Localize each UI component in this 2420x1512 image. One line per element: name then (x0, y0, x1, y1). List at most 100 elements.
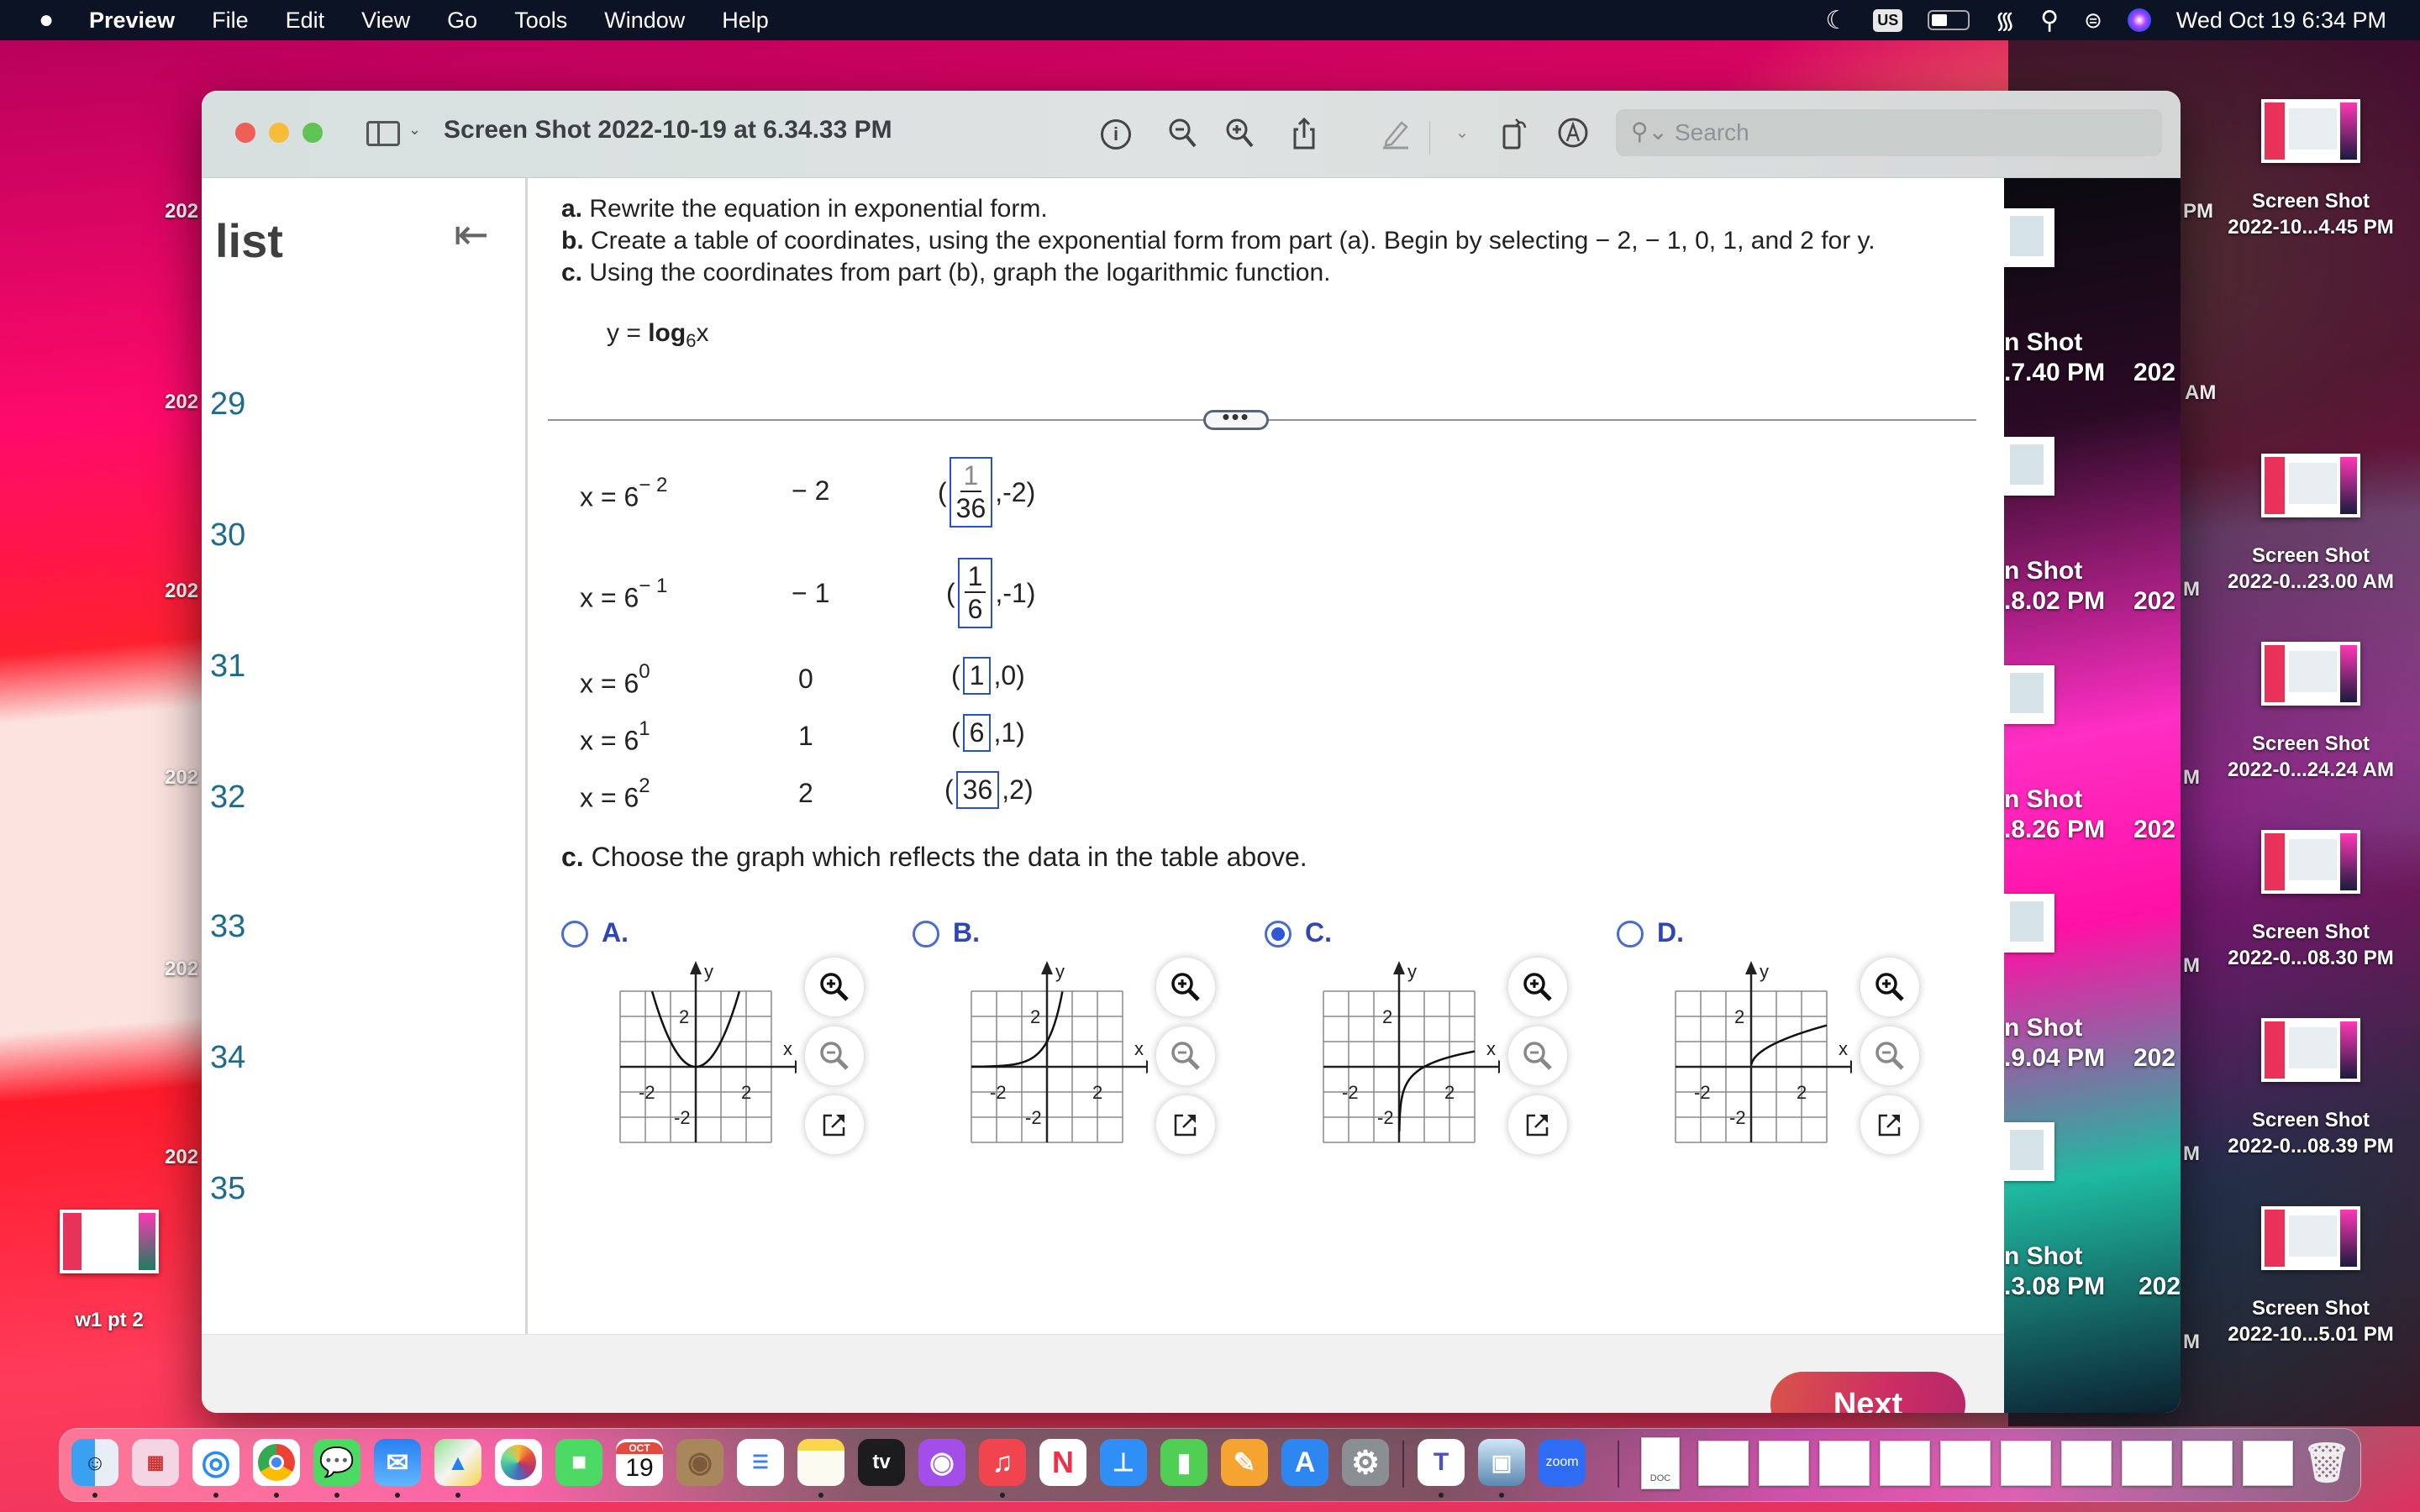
open-graph-button[interactable] (1156, 1095, 1215, 1154)
menu-app-name[interactable]: Preview (89, 8, 175, 34)
zoom-in-graph-button[interactable] (1156, 958, 1215, 1016)
dock-document[interactable]: DOC (1641, 1437, 1680, 1489)
answer-box[interactable]: 1 (962, 657, 992, 695)
annotate-button[interactable] (1556, 116, 1590, 150)
desktop-file-icon[interactable]: Screen Shot 2022-0...23.00 AM (2210, 454, 2412, 595)
dock-app-store[interactable]: A (1281, 1439, 1328, 1486)
desktop-file-thumbnail[interactable] (60, 1210, 159, 1273)
dock-notes[interactable] (797, 1439, 844, 1486)
dock-window-thumbnail[interactable] (1698, 1441, 1749, 1486)
open-graph-button[interactable] (1860, 1095, 1919, 1154)
radio-option-c[interactable] (1265, 921, 1292, 948)
menu-file[interactable]: File (212, 8, 249, 34)
file-thumbnail[interactable] (2004, 665, 2054, 724)
markup-pen-button[interactable] (1378, 116, 1412, 150)
graph-d[interactable]: y x 2 -2 2 -2 (1659, 958, 1852, 1159)
search-field[interactable]: ⚲⌄ (1616, 109, 2162, 156)
focus-moon-icon[interactable]: ☾ (1825, 6, 1848, 35)
dock-calendar[interactable]: OCT 19 (616, 1439, 663, 1486)
dock-music[interactable]: ♫ (979, 1439, 1026, 1486)
answer-box[interactable]: 36 (955, 771, 1000, 809)
list-item[interactable]: 34 (210, 1040, 245, 1076)
dock-window-thumbnail[interactable] (1819, 1441, 1870, 1486)
graph-c[interactable]: y x 2 -2 2 -2 (1307, 958, 1500, 1159)
expand-handle[interactable]: ••• (1203, 406, 1269, 430)
zoom-out-graph-button[interactable] (1860, 1026, 1919, 1085)
control-center-icon[interactable]: ⊜ (2084, 8, 2102, 34)
desktop-file-icon[interactable]: Screen Shot 2022-0...24.24 AM (2210, 642, 2412, 783)
desktop-file-icon[interactable]: Screen Shot 2022-10...4.45 PM (2210, 99, 2412, 240)
dock-window-thumbnail[interactable] (1880, 1441, 1930, 1486)
dock-photos[interactable] (495, 1439, 542, 1486)
dock-window-thumbnail[interactable] (2182, 1441, 2233, 1486)
dock-podcasts[interactable]: ◉ (918, 1439, 965, 1486)
menubar-clock[interactable]: Wed Oct 19 6:34 PM (2176, 8, 2386, 34)
zoom-in-graph-button[interactable] (1860, 958, 1919, 1016)
dock-system-preferences[interactable]: ⚙ (1342, 1439, 1389, 1486)
dock-launchpad[interactable]: ▦ (132, 1439, 179, 1486)
next-button[interactable]: Next (1770, 1372, 1965, 1413)
dock-pages[interactable]: ✎ (1221, 1439, 1268, 1486)
markup-dropdown[interactable]: ⌄ (1445, 116, 1479, 150)
close-button[interactable] (235, 123, 255, 143)
rotate-button[interactable] (1497, 116, 1531, 150)
zoom-out-graph-button[interactable] (805, 1026, 864, 1085)
info-button[interactable]: i (1099, 116, 1133, 150)
zoom-out-button[interactable] (1166, 116, 1200, 150)
menu-go[interactable]: Go (447, 8, 477, 34)
dock-preview[interactable]: ▣ (1478, 1439, 1525, 1486)
zoom-in-graph-button[interactable] (805, 958, 864, 1016)
dock-window-thumbnail[interactable] (2243, 1441, 2293, 1486)
menu-window[interactable]: Window (604, 8, 685, 34)
list-item[interactable]: 35 (210, 1171, 245, 1207)
answer-box[interactable]: 6 (962, 714, 992, 752)
dock-window-thumbnail[interactable] (2061, 1441, 2112, 1486)
dock-finder[interactable]: ☺ (71, 1439, 118, 1486)
chevron-down-icon[interactable]: ⌄ (408, 121, 421, 139)
spotlight-search-icon[interactable]: ⚲ (2040, 6, 2059, 35)
search-input[interactable] (1675, 116, 2145, 150)
dock-numbers[interactable]: ▮ (1160, 1439, 1207, 1486)
dock-window-thumbnail[interactable] (1940, 1441, 1991, 1486)
list-item[interactable]: 31 (210, 648, 245, 685)
dock-zoom[interactable]: zoom (1539, 1439, 1586, 1486)
sidebar-toggle-icon[interactable] (366, 121, 400, 146)
apple-menu-icon[interactable]: ● (34, 6, 59, 34)
desktop-file-label[interactable]: w1 pt 2 (34, 1309, 185, 1332)
dock-facetime[interactable]: ■ (555, 1439, 602, 1486)
menu-tools[interactable]: Tools (514, 8, 567, 34)
menu-edit[interactable]: Edit (286, 8, 325, 34)
answer-box[interactable]: 16 (957, 558, 993, 628)
minimize-button[interactable] (269, 123, 289, 143)
dock-tv[interactable]: tv (858, 1439, 905, 1486)
dock-chrome[interactable] (253, 1439, 300, 1486)
file-thumbnail[interactable] (2004, 1122, 2054, 1181)
list-item[interactable]: 32 (210, 780, 245, 816)
zoom-out-graph-button[interactable] (1156, 1026, 1215, 1085)
dock-safari[interactable]: ◎ (192, 1439, 239, 1486)
file-thumbnail[interactable] (2004, 437, 2054, 496)
fullscreen-button[interactable] (302, 123, 323, 143)
open-graph-button[interactable] (1508, 1095, 1567, 1154)
list-item[interactable]: 33 (210, 909, 245, 945)
list-item[interactable]: 29 (210, 386, 245, 423)
wifi-icon[interactable]: ᯾ (1995, 4, 2015, 36)
radio-option-d[interactable] (1617, 921, 1644, 948)
menu-help[interactable]: Help (722, 8, 769, 34)
file-thumbnail[interactable] (2004, 894, 2054, 953)
dock-keynote[interactable]: ⊥ (1100, 1439, 1147, 1486)
zoom-in-button[interactable] (1223, 116, 1257, 150)
dock-reminders[interactable]: ☰ (737, 1439, 784, 1486)
share-button[interactable] (1287, 116, 1321, 150)
list-item[interactable]: 30 (210, 517, 245, 554)
dock-teams[interactable]: T (1418, 1439, 1465, 1486)
dock-contacts[interactable]: ◉ (676, 1439, 723, 1486)
answer-box[interactable]: 1 36 (949, 457, 993, 528)
siri-icon[interactable] (2127, 8, 2151, 32)
zoom-out-graph-button[interactable] (1508, 1026, 1567, 1085)
dock-messages[interactable]: 💬 (313, 1439, 360, 1486)
dock-window-thumbnail[interactable] (1759, 1441, 1809, 1486)
graph-b[interactable]: y x 2 -2 2 -2 (955, 958, 1148, 1159)
desktop-file-icon[interactable]: Screen Shot 2022-0...08.30 PM (2210, 830, 2412, 971)
open-graph-button[interactable] (805, 1095, 864, 1154)
